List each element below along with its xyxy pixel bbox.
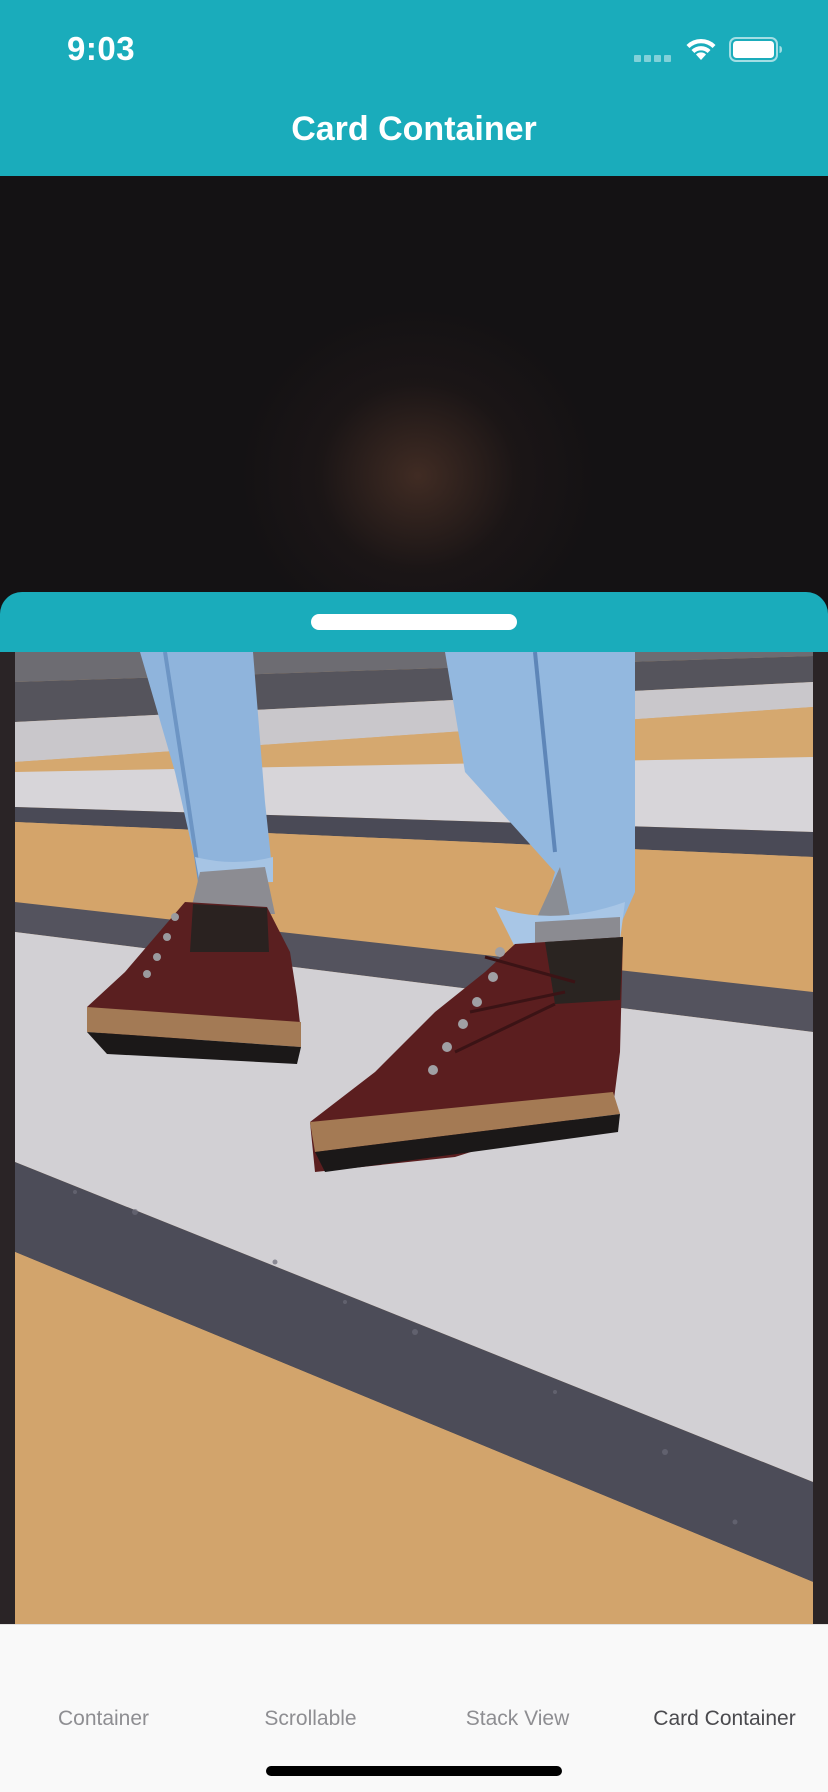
tab-card-container[interactable]: Card Container (621, 1707, 828, 1731)
cellular-signal-icon (634, 54, 672, 62)
battery-icon (729, 37, 782, 62)
tab-scrollable[interactable]: Scrollable (207, 1707, 414, 1731)
home-indicator[interactable] (266, 1766, 562, 1776)
card-drag-handle[interactable] (311, 614, 517, 630)
tab-stack-view[interactable]: Stack View (414, 1707, 621, 1731)
status-time: 9:03 (67, 30, 136, 67)
card-photo (15, 652, 813, 1624)
app-header: 9:03 Card Container (0, 0, 828, 176)
app-screen: 9:03 Card Container Container Scrollable… (0, 0, 828, 1792)
status-indicators (634, 36, 794, 64)
wifi-icon (686, 38, 716, 60)
dark-backdrop (0, 176, 828, 616)
tab-container[interactable]: Container (0, 1707, 207, 1731)
page-title: Card Container (291, 110, 537, 148)
boots-photo-illustration (15, 652, 813, 1624)
